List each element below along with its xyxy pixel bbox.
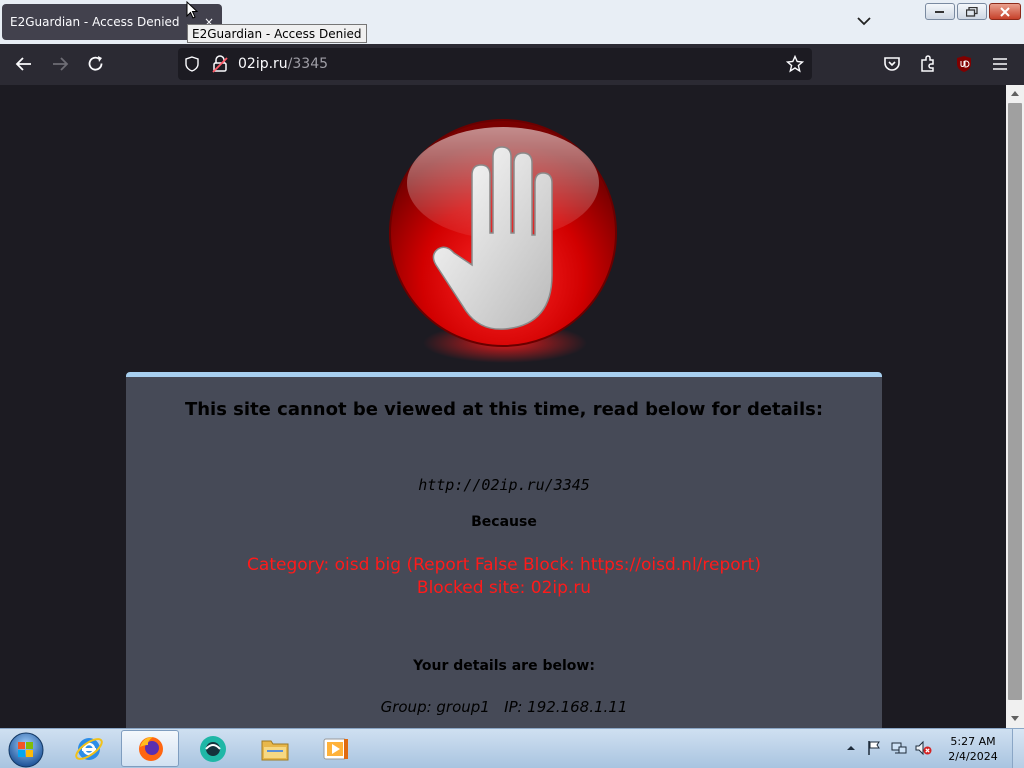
pocket-icon[interactable] — [882, 54, 902, 74]
system-clock[interactable]: 5:27 AM 2/4/2024 — [944, 734, 1002, 764]
scrollbar-thumb[interactable] — [1008, 103, 1022, 700]
hamburger-menu-icon[interactable] — [990, 54, 1010, 74]
internet-explorer-icon — [75, 738, 103, 760]
page-title: This site cannot be viewed at this time,… — [184, 399, 824, 420]
folder-icon — [261, 740, 289, 761]
stop-hand-logo — [389, 119, 617, 363]
media-player-icon — [323, 738, 348, 760]
because-label: Because — [471, 514, 537, 530]
url-text: 02ip.ru/3345 — [238, 48, 328, 80]
chevron-down-icon[interactable] — [855, 12, 873, 30]
extensions-icon[interactable] — [918, 54, 938, 74]
windows-taskbar: 5:27 AM 2/4/2024 — [0, 728, 1024, 768]
tab-strip: E2Guardian - Access Denied × E2Guardian … — [0, 0, 1024, 44]
mouse-cursor-icon — [186, 1, 198, 19]
url-host: 02ip.ru — [238, 56, 288, 72]
address-bar[interactable]: 02ip.ru/3345 — [178, 48, 812, 80]
close-window-button[interactable] — [989, 3, 1021, 20]
tray-expand-icon[interactable] — [842, 739, 860, 757]
start-orb-icon[interactable] — [5, 730, 45, 768]
chat-app-icon — [200, 736, 226, 762]
access-denied-panel: This site cannot be viewed at this time,… — [126, 372, 882, 728]
blocked-url: http://02ip.ru/3345 — [418, 476, 590, 494]
scroll-down-icon[interactable] — [1010, 715, 1020, 723]
url-path: /3345 — [287, 56, 329, 72]
restore-button[interactable] — [957, 3, 987, 20]
blocked-site-reason: Blocked site: 02ip.ru — [416, 578, 592, 598]
insecure-lock-icon[interactable] — [212, 55, 228, 73]
back-arrow-icon[interactable] — [14, 54, 34, 74]
shield-icon[interactable] — [184, 56, 200, 72]
volume-muted-icon[interactable] — [914, 739, 932, 757]
details-heading: Your details are below: — [413, 658, 595, 674]
network-icon[interactable] — [890, 739, 908, 757]
taskbar-internet-explorer[interactable] — [60, 730, 118, 767]
taskbar-file-explorer[interactable] — [246, 730, 304, 767]
tab-tooltip: E2Guardian - Access Denied — [187, 24, 367, 43]
show-desktop-button[interactable] — [1012, 729, 1024, 768]
user-details: Group: group1 IP: 192.168.1.11 — [380, 698, 628, 716]
vertical-scrollbar[interactable] — [1006, 85, 1024, 728]
scroll-up-icon[interactable] — [1010, 89, 1020, 97]
clock-time: 5:27 AM — [950, 735, 996, 748]
minimize-button[interactable] — [925, 3, 955, 20]
tab-title: E2Guardian - Access Denied — [10, 15, 180, 29]
taskbar-chat-app[interactable] — [184, 730, 242, 767]
action-center-flag-icon[interactable] — [865, 739, 883, 757]
forward-arrow-icon[interactable] — [50, 54, 70, 74]
taskbar-firefox[interactable] — [121, 730, 179, 767]
block-category-reason: Category: oisd big (Report False Block: … — [247, 555, 761, 575]
ublock-origin-icon[interactable] — [954, 54, 974, 74]
nav-toolbar: 02ip.ru/3345 — [0, 44, 1024, 85]
firefox-icon — [139, 737, 163, 761]
reload-icon[interactable] — [86, 54, 106, 74]
taskbar-media-player[interactable] — [307, 730, 365, 767]
clock-date: 2/4/2024 — [948, 750, 998, 763]
star-icon[interactable] — [786, 55, 804, 73]
page-content: This site cannot be viewed at this time,… — [0, 85, 1006, 728]
